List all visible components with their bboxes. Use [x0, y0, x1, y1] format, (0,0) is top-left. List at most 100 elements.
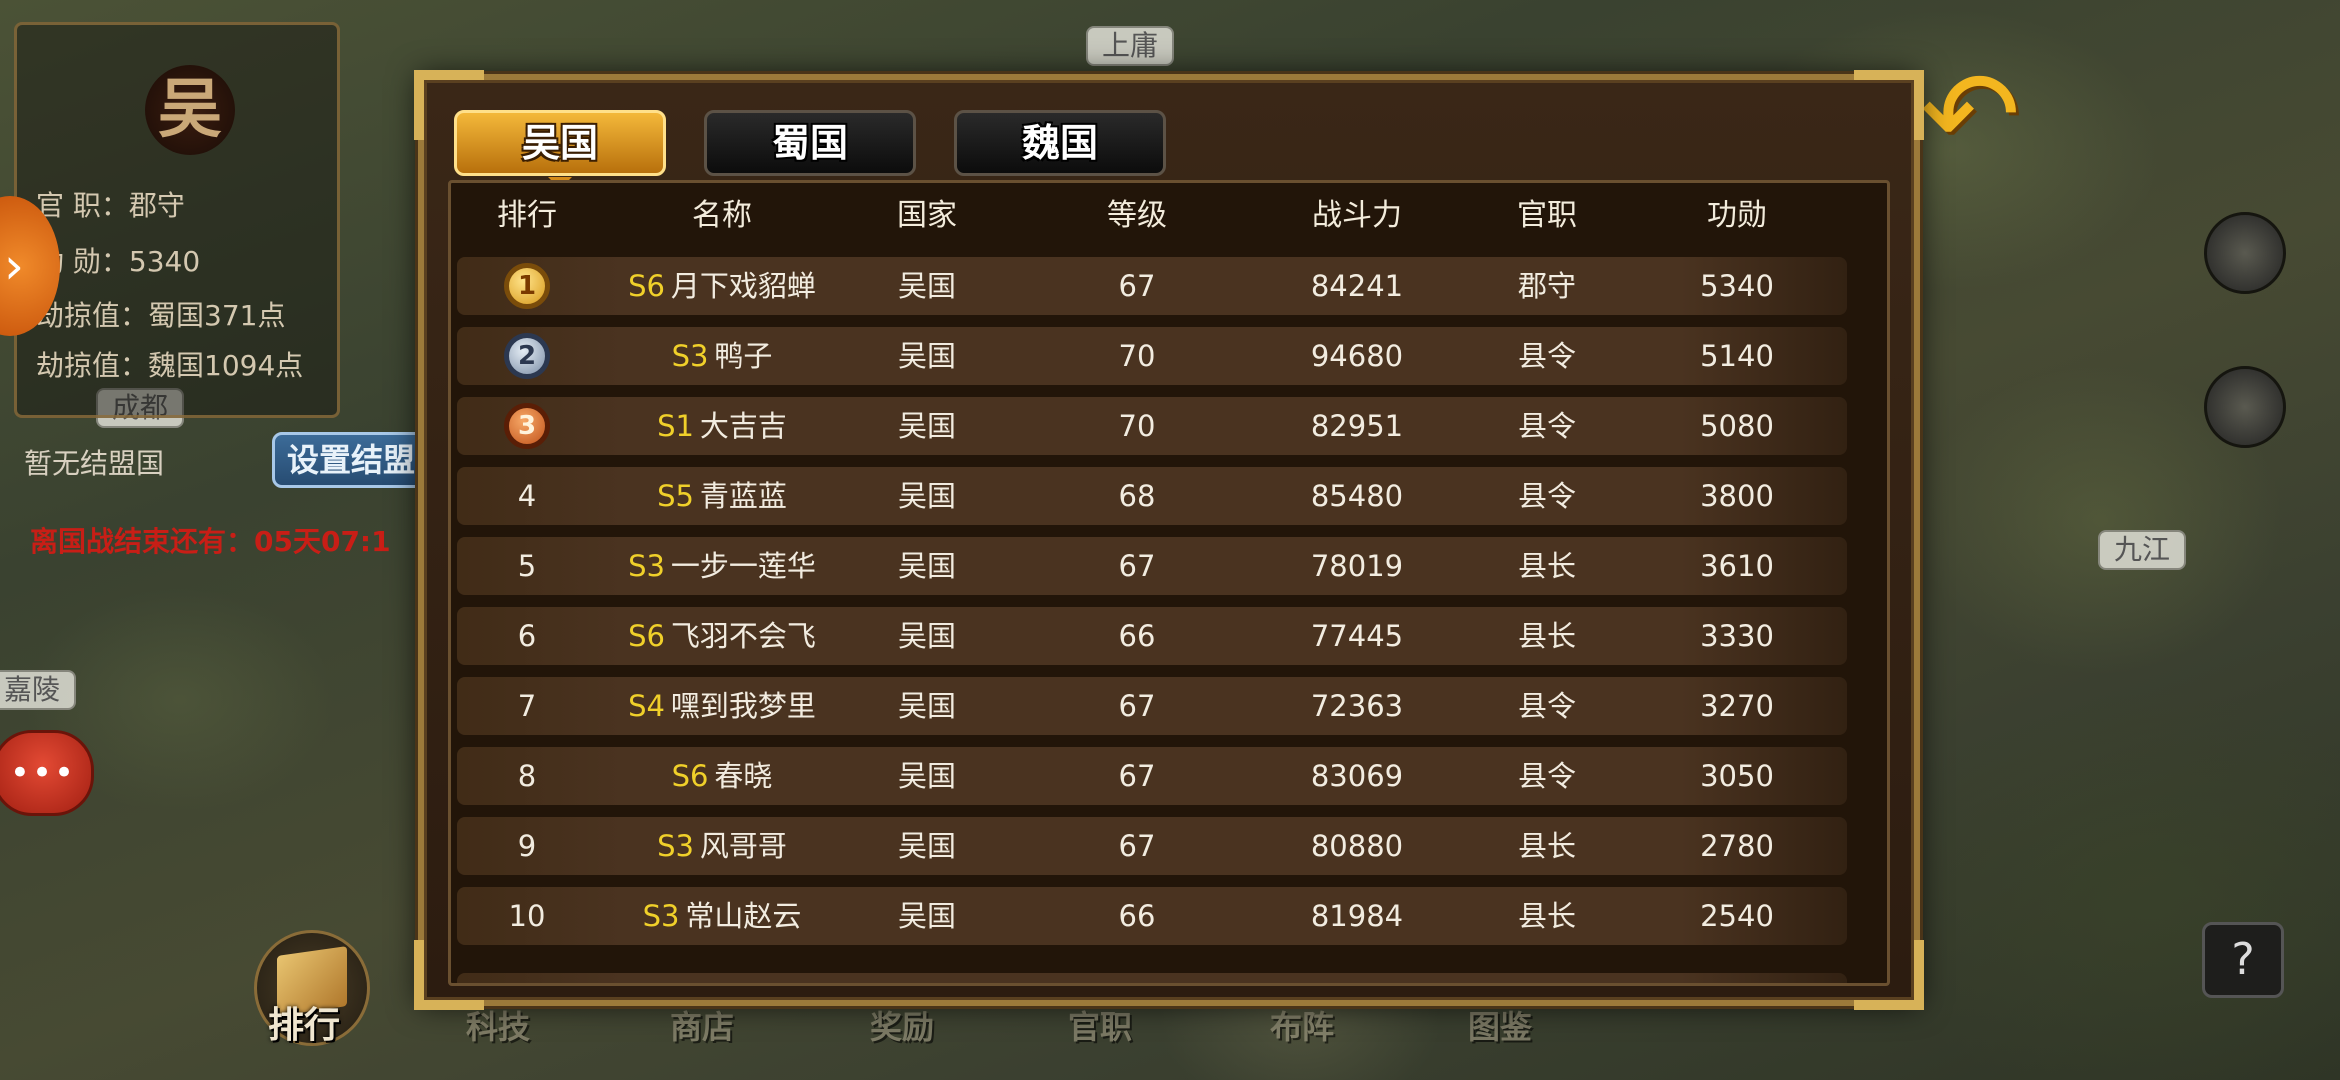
back-arrow-icon[interactable]: ↶	[1920, 56, 2021, 176]
table-row[interactable]: 5 S3 一步一莲华 吴国 67 78019 县长 3610	[457, 537, 1847, 595]
server-tag: S3	[628, 549, 665, 583]
merit-cell: 3610	[1700, 549, 1774, 583]
plunder-shu: 劫掠值：蜀国371点	[36, 299, 286, 332]
player-name: 大吉吉	[699, 409, 787, 443]
player-name: 一步一莲华	[670, 549, 816, 583]
city-label-jialing[interactable]: 嘉陵	[0, 670, 77, 710]
merit-cell: 3330	[1700, 619, 1774, 653]
merit-cell: 2540	[1700, 899, 1774, 933]
help-button[interactable]: ?	[2202, 922, 2284, 998]
server-tag: S1	[657, 409, 694, 443]
rank-cell: 7	[517, 689, 537, 723]
rank-cell: 9	[517, 829, 537, 863]
nation-cell: 吴国	[897, 269, 956, 303]
menu-shop[interactable]: 商店	[670, 1002, 734, 1048]
ranking-table[interactable]: 排行 名称 国家 等级 战斗力 官职 功勋 1 S6 月下戏貂蝉 吴国 67 84…	[448, 180, 1890, 986]
nation-cell: 吴国	[897, 479, 956, 513]
silver-medal-icon: 2	[504, 333, 550, 379]
gold-medal-icon: 1	[504, 263, 550, 309]
title-cell: 县长	[1517, 549, 1576, 583]
title-cell: 郡守	[1517, 269, 1576, 303]
merit-cell: 3270	[1700, 689, 1774, 723]
merit-cell: 5340	[1700, 269, 1774, 303]
title-cell: 县长	[1517, 899, 1576, 933]
menu-codex[interactable]: 图鉴	[1468, 1002, 1532, 1048]
power-cell: 84241	[1310, 269, 1404, 303]
nation-cell: 吴国	[897, 409, 956, 443]
nation-cell: 吴国	[897, 549, 956, 583]
level-cell: 70	[1118, 409, 1156, 443]
player-name-cell: S5 青蓝蓝	[587, 467, 857, 525]
city-label-jiujiang[interactable]: 九江	[2098, 530, 2187, 570]
nation-cell: 吴国	[897, 759, 956, 793]
menu-formation[interactable]: 布阵	[1270, 1002, 1334, 1048]
table-row[interactable]: 2 S3 鸭子 吴国 70 94680 县令 5140	[457, 327, 1847, 385]
header-name: 名称	[692, 198, 752, 233]
merit-cell: 5140	[1700, 339, 1774, 373]
server-tag: S3	[671, 339, 709, 373]
chat-button[interactable]: •••	[0, 730, 94, 816]
merit-cell: 2780	[1700, 829, 1774, 863]
plunder-wei: 劫掠值：魏国1094点	[36, 349, 304, 382]
player-name: 常山赵云	[685, 899, 802, 933]
menu-reward[interactable]: 奖励	[870, 1002, 934, 1048]
title-cell: 县令	[1517, 409, 1576, 443]
table-row[interactable]: 4 S5 青蓝蓝 吴国 68 85480 县令 3800	[457, 467, 1847, 525]
title-cell: 县令	[1517, 759, 1576, 793]
rank-cell: 1	[487, 257, 567, 315]
menu-office[interactable]: 官职	[1068, 1002, 1132, 1048]
server-tag: S6	[628, 269, 665, 303]
level-cell: 67	[1118, 759, 1156, 793]
rank-cell: 3	[487, 397, 567, 455]
power-cell: 77445	[1310, 619, 1404, 653]
set-alliance-button[interactable]: 设置结盟	[272, 432, 431, 488]
city-label-shangyong[interactable]: 上庸	[1086, 26, 1175, 66]
player-name: 青蓝蓝	[699, 479, 787, 513]
player-name: 嘿到我梦里	[670, 689, 816, 723]
horn-button[interactable]	[2204, 212, 2286, 294]
table-row[interactable]: 6 S6 飞羽不会飞 吴国 66 77445 县长 3330	[457, 607, 1847, 665]
level-cell: 66	[1118, 899, 1156, 933]
bronze-medal-icon: 3	[504, 403, 550, 449]
header-rank: 排行	[497, 198, 557, 233]
player-name: 月下戏貂蝉	[670, 269, 816, 303]
tab-wei[interactable]: 魏国	[954, 110, 1166, 176]
player-office: 官 职：郡守	[36, 189, 185, 222]
power-cell: 85480	[1310, 479, 1404, 513]
rank-cell: 4	[517, 479, 537, 513]
table-row[interactable]: 10 S3 常山赵云 吴国 66 81984 县长 2540	[457, 887, 1847, 945]
nation-cell: 吴国	[897, 689, 956, 723]
table-row[interactable]: 3 S1 大吉吉 吴国 70 82951 县令 5080	[457, 397, 1847, 455]
server-tag: S3	[657, 829, 694, 863]
level-cell: 67	[1118, 689, 1156, 723]
rank-cell: 6	[517, 619, 537, 653]
rank-menu-label: 排行	[268, 1005, 341, 1046]
power-cell: 72363	[1310, 689, 1404, 723]
player-name: 风哥哥	[699, 829, 787, 863]
frame-corner	[1854, 70, 1924, 140]
table-row-partial[interactable]	[457, 973, 1847, 983]
nation-cell: 吴国	[897, 829, 956, 863]
merit-cell: 5080	[1700, 409, 1774, 443]
alliance-status: 暂无结盟国	[24, 447, 165, 480]
table-row[interactable]: 9 S3 风哥哥 吴国 67 80880 县长 2780	[457, 817, 1847, 875]
table-row[interactable]: 7 S4 嘿到我梦里 吴国 67 72363 县令 3270	[457, 677, 1847, 735]
merit-cell: 3800	[1700, 479, 1774, 513]
power-cell: 81984	[1310, 899, 1404, 933]
table-row[interactable]: 1 S6 月下戏貂蝉 吴国 67 84241 郡守 5340	[457, 257, 1847, 315]
table-row[interactable]: 8 S6 春晓 吴国 67 83069 县令 3050	[457, 747, 1847, 805]
nation-ranking-dialog: 吴国 蜀国 魏国 排行 名称 国家 等级 战斗力 官职 功勋 1 S6 月下戏貂蝉…	[414, 70, 1924, 1010]
level-cell: 67	[1118, 829, 1156, 863]
player-name-cell: S3 一步一莲华	[587, 537, 857, 595]
tab-shu[interactable]: 蜀国	[704, 110, 916, 176]
level-cell: 67	[1118, 549, 1156, 583]
level-cell: 68	[1118, 479, 1156, 513]
rank-cell: 2	[487, 327, 567, 385]
power-cell: 94680	[1310, 339, 1404, 373]
magnifier-button[interactable]	[2204, 366, 2286, 448]
tab-wu[interactable]: 吴国	[454, 110, 666, 189]
player-name-cell: S6 春晓	[587, 747, 857, 805]
title-cell: 县令	[1517, 339, 1576, 373]
server-tag: S6	[628, 619, 665, 653]
nation-cell: 吴国	[897, 339, 956, 373]
